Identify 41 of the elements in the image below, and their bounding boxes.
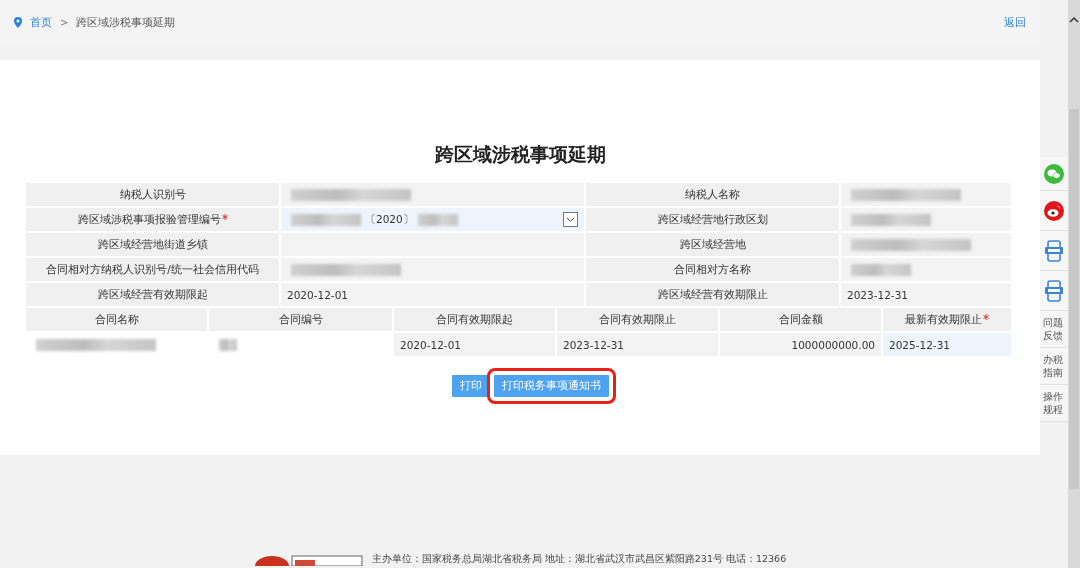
- redacted-value: [219, 338, 237, 351]
- date-input-field[interactable]: 2025-12-31: [882, 332, 1012, 357]
- chat-bubbles-icon[interactable]: [1040, 157, 1068, 191]
- date-value: 2023-12-31: [847, 288, 909, 301]
- location-pin-icon: [14, 17, 22, 28]
- column-header: 合同金额: [778, 312, 823, 327]
- date-value: 2020-12-01: [287, 288, 349, 301]
- page-title: 跨区域涉税事项延期: [433, 142, 607, 167]
- field-label: 纳税人识别号: [119, 187, 186, 202]
- back-link[interactable]: 返回: [1004, 15, 1026, 30]
- breadcrumb-separator: >: [60, 17, 69, 28]
- scrollbar-thumb[interactable]: [1069, 109, 1079, 489]
- column-header: 合同有效期限止: [599, 312, 676, 327]
- phone-icon[interactable]: [1040, 231, 1068, 271]
- phone-icon[interactable]: [1040, 271, 1068, 311]
- management-number-select[interactable]: 〔2020〕: [280, 207, 585, 232]
- field-label: 跨区域经营有效期限止: [657, 287, 768, 302]
- home-link[interactable]: 首页: [30, 15, 52, 30]
- table-cell: 1000000000.00: [791, 338, 875, 351]
- field-label: 跨区域涉税事项报验管理编号: [77, 212, 221, 227]
- field-label: 纳税人名称: [685, 187, 740, 202]
- table-cell: 2020-12-01: [400, 338, 462, 351]
- required-asterisk-icon: [983, 314, 989, 320]
- column-header: 最新有效期限止: [905, 312, 982, 327]
- field-label: 合同相对方纳税人识别号/统一社会信用代码: [46, 262, 259, 277]
- field-label: 跨区域经营有效期限起: [97, 287, 208, 302]
- chevron-down-icon: [563, 212, 578, 227]
- column-header: 合同编号: [278, 312, 323, 327]
- field-label: 跨区域经营地街道乡镇: [97, 237, 208, 252]
- required-asterisk-icon: [221, 214, 228, 220]
- column-header: 合同名称: [94, 312, 139, 327]
- redacted-value: [851, 263, 911, 276]
- field-label: 跨区域经营地行政区划: [657, 212, 768, 227]
- field-label: 跨区域经营地: [679, 237, 746, 252]
- eye-swirl-icon[interactable]: [1040, 191, 1068, 231]
- footer-text: 主办单位：国家税务总局湖北省税务局 地址：湖北省武汉市武昌区紫阳路231号 电话：12366: [371, 553, 787, 566]
- scroll-up-icon[interactable]: [1069, 16, 1079, 24]
- column-header: 合同有效期限起: [436, 312, 513, 327]
- current-page-label: 跨区域涉税事项延期: [76, 15, 176, 30]
- field-label: 合同相对方名称: [674, 262, 751, 277]
- table-cell: 2023-12-31: [563, 338, 625, 351]
